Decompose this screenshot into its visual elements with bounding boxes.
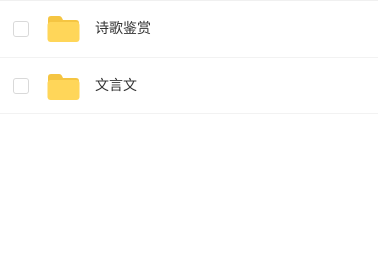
folder-icon	[47, 73, 80, 100]
row-checkbox[interactable]	[13, 78, 29, 94]
folder-name[interactable]: 诗歌鉴赏	[95, 21, 151, 37]
file-list: 诗歌鉴赏 文言文	[0, 0, 378, 114]
row-checkbox[interactable]	[13, 21, 29, 37]
folder-icon	[47, 15, 80, 42]
folder-name[interactable]: 文言文	[95, 78, 137, 94]
list-item[interactable]: 诗歌鉴赏	[0, 0, 378, 58]
list-item[interactable]: 文言文	[0, 58, 378, 114]
